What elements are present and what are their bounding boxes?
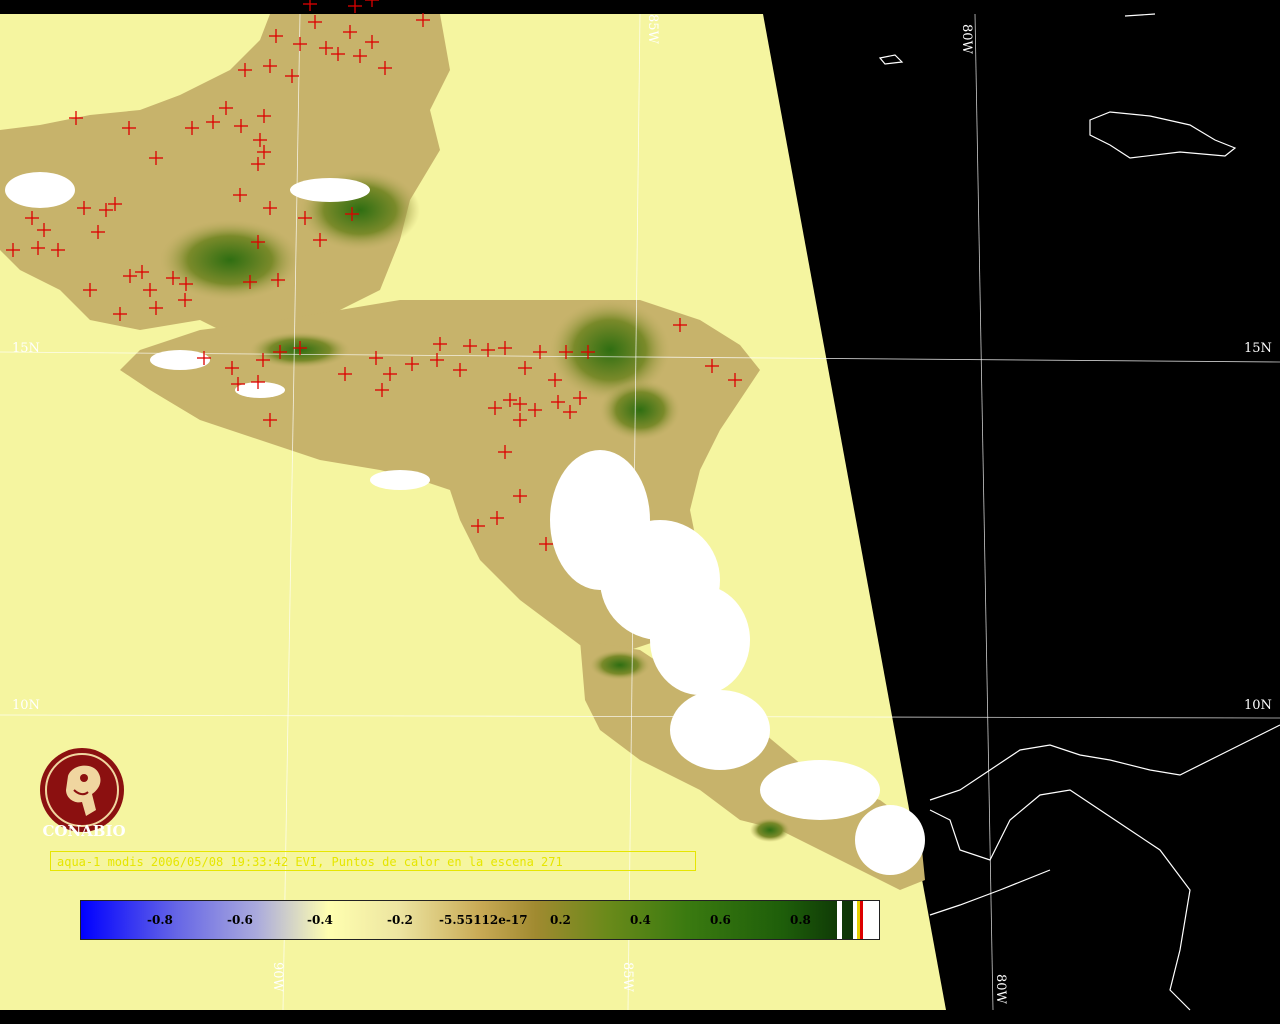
colorbar-white-segment xyxy=(837,901,842,939)
colorbar-white-segment xyxy=(863,901,879,939)
colorbar-tick: -0.2 xyxy=(387,913,413,927)
conabio-logo-text: CONABIO xyxy=(42,822,126,840)
lon-label-90w-bottom: 90W xyxy=(270,962,285,992)
lat-label-10n-right: 10N xyxy=(1244,698,1272,713)
lon-label-80w-bottom: 80W xyxy=(993,974,1008,1004)
colorbar-tick: -0.8 xyxy=(147,913,173,927)
colorbar-tick: -0.6 xyxy=(227,913,253,927)
colorbar-tick: 0.4 xyxy=(630,913,651,927)
lon-label-85w-top: 85W xyxy=(645,14,660,44)
lon-label-80w-top: 80W xyxy=(959,24,974,54)
lat-label-15n-left: 15N xyxy=(12,341,40,356)
colorbar-tick: -0.4 xyxy=(307,913,333,927)
colorbar-tick: 0.2 xyxy=(550,913,571,927)
lat-label-10n-left: 10N xyxy=(12,698,40,713)
lat-label-15n-right: 15N xyxy=(1244,341,1272,356)
colorbar-tick: 0.8 xyxy=(790,913,811,927)
lon-label-85w-bottom: 85W xyxy=(620,962,635,992)
colorbar-tick: -5.55112e-17 xyxy=(439,913,528,927)
scene-caption: aqua-1 modis 2006/05/08 19:33:42 EVI, Pu… xyxy=(50,851,696,871)
colorbar-tick: 0.6 xyxy=(710,913,731,927)
